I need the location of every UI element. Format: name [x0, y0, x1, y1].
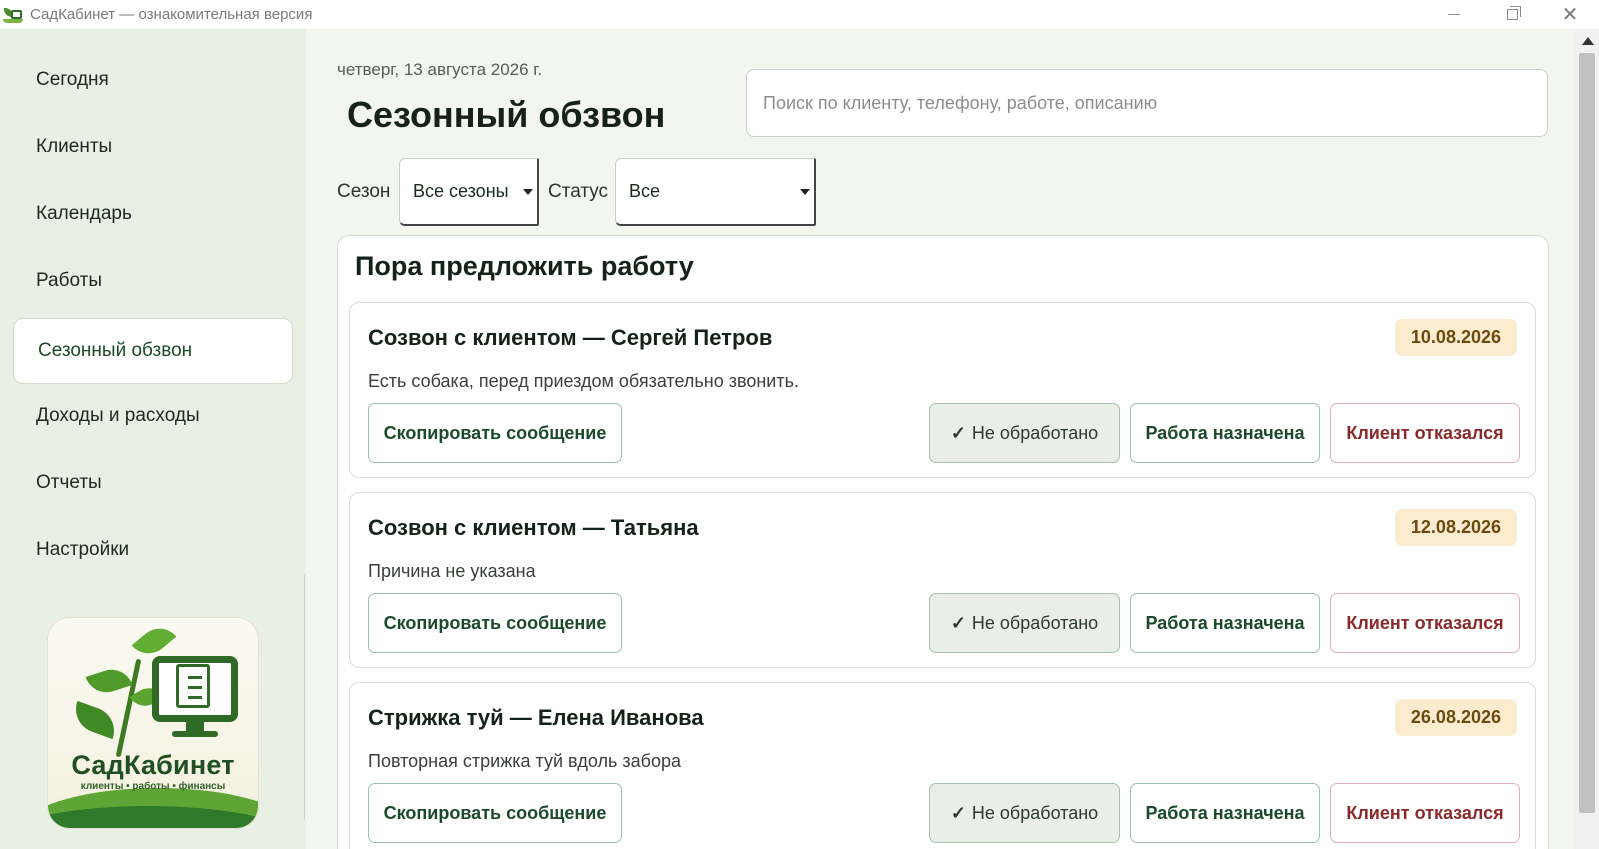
- check-icon: ✓: [950, 802, 966, 823]
- call-card: Созвон с клиентом — Татьяна 12.08.2026 П…: [349, 492, 1536, 668]
- sidebar-item-reports[interactable]: Отчеты: [13, 450, 293, 516]
- status-assigned-button[interactable]: Работа назначена: [1130, 783, 1320, 843]
- sidebar-item-label: Настройки: [36, 539, 130, 560]
- app-logo: СадКабинет клиенты • работы • финансы: [48, 618, 258, 828]
- dropdown-arrow-icon: [523, 189, 533, 195]
- restore-icon: [1506, 6, 1521, 20]
- date-badge: 26.08.2026: [1394, 699, 1517, 736]
- call-card: Созвон с клиентом — Сергей Петров 10.08.…: [349, 302, 1536, 478]
- status-pending-label: Не обработано: [971, 802, 1099, 823]
- close-button[interactable]: ✕: [1541, 0, 1599, 29]
- copy-message-button[interactable]: Скопировать сообщение: [368, 403, 622, 463]
- current-date: четверг, 13 августа 2026 г.: [337, 60, 543, 79]
- status-assigned-button[interactable]: Работа назначена: [1130, 593, 1320, 653]
- card-title: Созвон с клиентом — Сергей Петров: [368, 325, 773, 350]
- vertical-scrollbar[interactable]: [1575, 29, 1599, 849]
- check-icon: ✓: [950, 612, 966, 633]
- section-title: Пора предложить работу: [355, 251, 694, 281]
- date-badge: 10.08.2026: [1394, 319, 1517, 356]
- sidebar-item-label: Сезонный обзвон: [38, 340, 193, 361]
- page-title: Сезонный обзвон: [347, 94, 666, 135]
- title-bar: СадКабинет — ознакомительная версия ✕: [0, 0, 1599, 29]
- sidebar-item-works[interactable]: Работы: [13, 248, 293, 314]
- maximize-button[interactable]: [1483, 0, 1541, 29]
- sidebar-item-today[interactable]: Сегодня: [13, 47, 293, 113]
- close-icon: ✕: [1561, 3, 1579, 26]
- status-assigned-button[interactable]: Работа назначена: [1130, 403, 1320, 463]
- season-select-value: Все сезоны: [413, 181, 509, 201]
- status-refused-button[interactable]: Клиент отказался: [1330, 403, 1520, 463]
- card-title: Стрижка туй — Елена Иванова: [368, 705, 704, 730]
- sidebar-item-label: Доходы и расходы: [36, 405, 200, 426]
- sidebar-item-label: Клиенты: [36, 136, 113, 157]
- sidebar-item-label: Отчеты: [36, 472, 102, 493]
- sidebar-item-label: Календарь: [36, 203, 132, 224]
- scroll-up-icon[interactable]: [1582, 37, 1594, 45]
- season-select[interactable]: Все сезоны: [399, 158, 539, 226]
- logo-tagline: клиенты • работы • финансы: [80, 781, 226, 792]
- sidebar-item-settings[interactable]: Настройки: [13, 517, 293, 583]
- card-description: Есть собака, перед приездом обязательно …: [368, 371, 799, 391]
- sidebar-item-label: Работы: [36, 270, 102, 291]
- card-description: Повторная стрижка туй вдоль забора: [368, 751, 681, 771]
- search-input[interactable]: [746, 69, 1548, 137]
- logo-name: СадКабинет: [71, 750, 235, 780]
- status-pending-button[interactable]: ✓ Не обработано: [929, 593, 1120, 653]
- dropdown-arrow-icon: [800, 189, 810, 195]
- sidebar-item-income-expenses[interactable]: Доходы и расходы: [13, 383, 293, 449]
- call-card: Стрижка туй — Елена Иванова 26.08.2026 П…: [349, 682, 1536, 849]
- copy-message-button[interactable]: Скопировать сообщение: [368, 593, 622, 653]
- sidebar-item-label: Сегодня: [36, 69, 109, 90]
- status-pending-button[interactable]: ✓ Не обработано: [929, 403, 1120, 463]
- card-description: Причина не указана: [368, 561, 536, 581]
- sidebar-item-seasonal-calls[interactable]: Сезонный обзвон: [13, 318, 293, 384]
- date-badge: 12.08.2026: [1394, 509, 1517, 546]
- check-icon: ✓: [950, 422, 966, 443]
- status-pending-label: Не обработано: [971, 422, 1099, 443]
- status-refused-button[interactable]: Клиент отказался: [1330, 593, 1520, 653]
- window-title: СадКабинет — ознакомительная версия: [30, 6, 313, 23]
- status-refused-button[interactable]: Клиент отказался: [1330, 783, 1520, 843]
- status-select-value: Все: [629, 181, 661, 201]
- status-select[interactable]: Все: [615, 158, 816, 226]
- window-controls: ✕: [1425, 0, 1599, 29]
- sidebar-item-clients[interactable]: Клиенты: [13, 114, 293, 180]
- sidebar-item-calendar[interactable]: Календарь: [13, 181, 293, 247]
- sidebar-divider: [304, 575, 305, 820]
- minimize-icon: [1448, 14, 1460, 15]
- status-pending-button[interactable]: ✓ Не обработано: [929, 783, 1120, 843]
- season-filter-label: Сезон: [337, 181, 391, 202]
- status-pending-label: Не обработано: [971, 612, 1099, 633]
- status-filter-label: Статус: [548, 181, 609, 202]
- app-logo-icon: [3, 7, 23, 23]
- card-title: Созвон с клиентом — Татьяна: [368, 515, 699, 540]
- scroll-thumb[interactable]: [1579, 53, 1595, 813]
- minimize-button[interactable]: [1425, 0, 1483, 29]
- copy-message-button[interactable]: Скопировать сообщение: [368, 783, 622, 843]
